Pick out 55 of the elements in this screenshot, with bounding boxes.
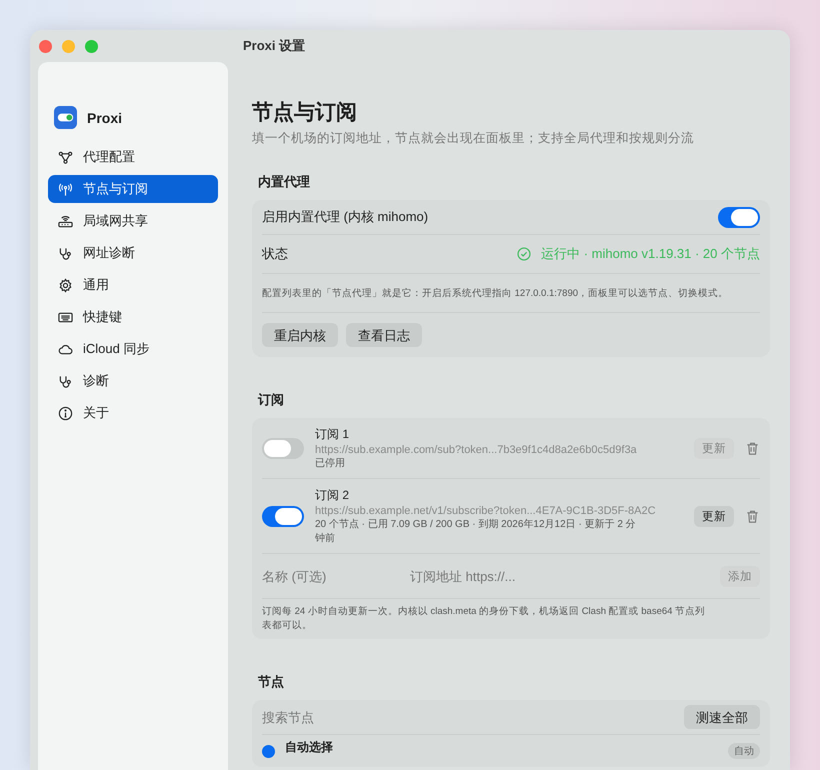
toggle-switch[interactable] [262,438,304,459]
page-subtitle: 填一个机场的订阅地址，节点就会出现在面板里；支持全局代理和按规则分流 [252,130,695,147]
sidebar-item[interactable]: 节点与订阅 [48,175,218,203]
page-title: 节点与订阅 [252,100,358,126]
setting-label: 状态 [262,245,289,263]
antenna-icon [58,182,73,196]
trash-icon[interactable] [745,441,760,456]
url-field[interactable]: 订阅地址 https://... [410,568,720,584]
test-all-button[interactable]: 测速全部 [684,705,760,729]
toggle-switch[interactable] [718,206,760,228]
app-name: Proxi [87,110,122,126]
setting-label: 启用内置代理 (内核 mihomo) [262,208,430,226]
router-icon [58,214,73,228]
app-logo-icon [54,106,77,129]
zoom-button[interactable] [85,40,98,52]
window-title: Proxi 设置 [243,37,306,55]
check-circle-icon [517,247,532,261]
sidebar-item[interactable]: iCloud 同步 [48,335,218,363]
search-field[interactable]: 搜索节点 [262,710,684,724]
sidebar-item[interactable]: 局域网共享 [48,207,218,235]
nodes-icon [58,150,73,164]
section-heading: 内置代理 [257,173,311,191]
action-button[interactable]: 重启内核 [262,323,338,347]
stethoscope-icon [58,374,73,388]
node-tag: 自动 [728,743,760,759]
sidebar-item[interactable]: 诊断 [48,367,218,395]
subscription-info: 20 个节点 · 已用 7.09 GB / 200 GB · 到期 2026年12月12日 · 更新于 2 分钟前 [315,518,637,546]
update-button[interactable]: 更新 [694,506,734,527]
node-name: 自动选择 [285,739,334,756]
radio-button[interactable] [262,745,275,758]
section-heading: 订阅 [256,391,285,409]
node-item[interactable]: 自动选择 自动 [262,735,760,767]
help-text: 订阅每 24 小时自动更新一次。内核以 clash.meta 的身份下载，机场返回 Clash 配置或 base64 节点列表都可以。 [262,605,706,633]
section-heading: 节点 [257,673,285,691]
toggle-switch[interactable] [262,506,304,527]
subscription-name: 订阅 1 [315,426,350,443]
action-button[interactable]: 查看日志 [346,323,422,347]
sidebar-item[interactable]: 通用 [48,271,218,299]
subscription-url: https://sub.example.net/v1/subscribe?token...4E7A-9C1B-3D5F-8A2C [315,505,657,517]
sidebar-item[interactable]: 关于 [48,399,218,427]
status-text: 运行中 · mihomo v1.19.31 · 20 个节点 [541,245,760,263]
keyboard-icon [58,310,73,324]
sidebar-item[interactable]: 代理配置 [48,143,218,171]
info-icon [58,406,73,420]
close-button[interactable] [39,40,52,52]
sidebar-item[interactable]: 快捷键 [48,303,218,331]
help-text: 配置列表里的「节点代理」就是它：开启后系统代理指向 127.0.0.1:7890，面板里可以选节点、切换模式。 [262,286,728,300]
name-field[interactable]: 名称 (可选) [262,568,410,584]
settings-icon [58,278,73,292]
subscription-url: https://sub.example.com/sub?token...7b3e9f1c4d8a2e6b0c5d9f3a [315,444,638,456]
stethoscope-icon [58,246,73,260]
subscription-info: 已停用 [315,457,346,471]
sidebar-item[interactable]: 网址诊断 [48,239,218,267]
trash-icon[interactable] [745,509,760,524]
subscription-name: 订阅 2 [315,487,350,504]
